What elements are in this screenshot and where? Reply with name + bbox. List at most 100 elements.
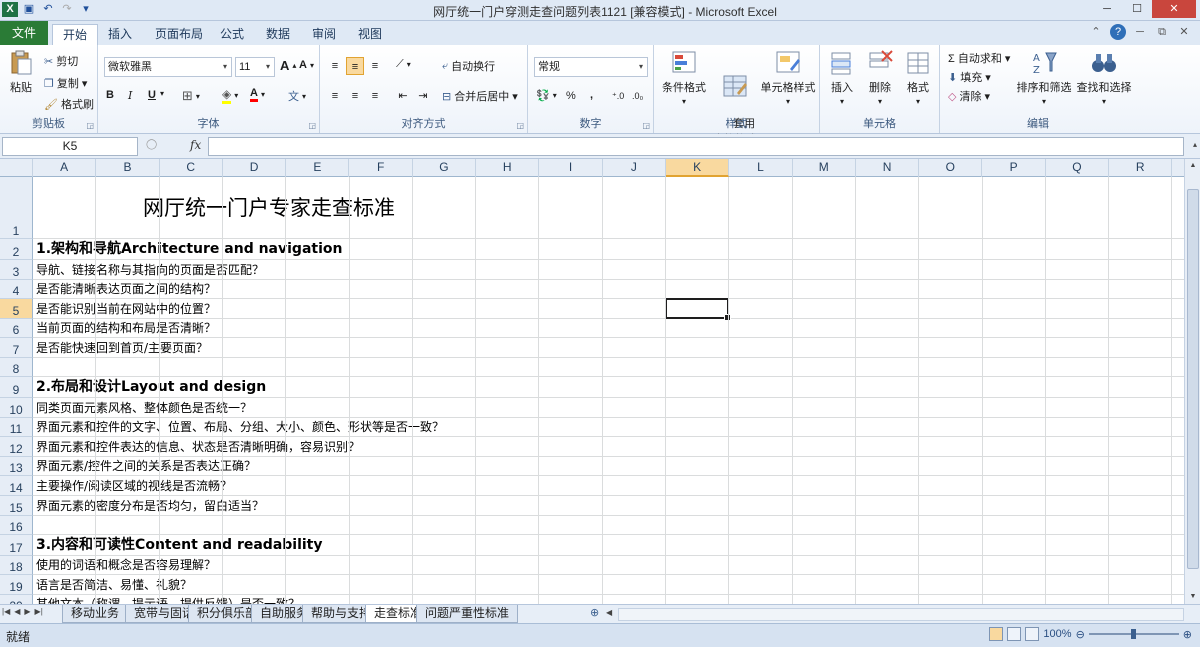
table-row[interactable]: 3.内容和可读性Content and readability	[33, 535, 1184, 556]
align-left-icon[interactable]: ≡	[326, 87, 344, 105]
find-select-button[interactable]: 查找和选择 ▾	[1074, 49, 1134, 107]
zoom-in-icon[interactable]: ⊕	[1183, 628, 1192, 641]
column-header-r[interactable]: R	[1109, 159, 1173, 177]
row-header[interactable]: 4	[0, 279, 33, 300]
tab-data[interactable]: 数据	[260, 24, 296, 45]
normal-view-icon[interactable]	[989, 627, 1004, 641]
underline-button[interactable]: U	[148, 89, 156, 101]
column-header-p[interactable]: P	[983, 159, 1046, 177]
table-row[interactable]: 主要操作/阅读区域的视线是否流畅？	[33, 476, 1184, 496]
tab-file[interactable]: 文件	[0, 21, 48, 45]
fill-color-button[interactable]: ◈ ▾	[222, 87, 238, 104]
column-header-l[interactable]: L	[729, 159, 793, 177]
table-row[interactable]: 同类页面元素风格、整体颜色是否统一？	[33, 398, 1184, 418]
grow-font-button[interactable]: A ▴	[280, 58, 296, 73]
table-row[interactable]: 界面元素和控件的文字、位置、布局、分组、大小、颜色、形状等是否一致？	[33, 418, 1184, 438]
bold-button[interactable]: B	[106, 89, 114, 101]
row-header[interactable]: 7	[0, 338, 33, 358]
cut-button[interactable]: ✂ 剪切	[44, 53, 78, 69]
row-header[interactable]: 2	[0, 239, 33, 260]
column-header-m[interactable]: M	[793, 159, 856, 177]
row-header[interactable]: 10	[0, 398, 33, 418]
name-box[interactable]: K5	[2, 137, 138, 156]
column-header-q[interactable]: Q	[1046, 159, 1110, 177]
align-top-icon[interactable]: ≡	[326, 57, 344, 75]
shrink-font-button[interactable]: A ▾	[299, 59, 314, 71]
orientation-button[interactable]: ⟋ ▾	[396, 58, 411, 71]
phonetic-button[interactable]: 文 ▾	[288, 88, 306, 104]
workbook-restore-icon[interactable]: ⧉	[1154, 24, 1170, 40]
minimize-button[interactable]: ─	[1092, 0, 1122, 18]
select-all-corner[interactable]	[0, 159, 33, 177]
vertical-scrollbar[interactable]: ▲ ▼	[1184, 159, 1200, 604]
format-painter-button[interactable]: 🖌 格式刷	[44, 96, 94, 112]
increase-indent-icon[interactable]: ⇥	[414, 87, 432, 105]
row-header[interactable]: 16	[0, 515, 33, 535]
page-break-view-icon[interactable]	[1025, 627, 1040, 641]
wrap-text-button[interactable]: ⤶ 自动换行	[442, 58, 495, 74]
number-launcher-icon[interactable]: ◲	[642, 121, 650, 130]
row-header[interactable]: 11	[0, 417, 33, 438]
table-row[interactable]	[33, 516, 1184, 535]
sort-filter-button[interactable]: AZ 排序和筛选 ▾	[1016, 49, 1072, 107]
row-header[interactable]: 1	[0, 177, 33, 239]
align-right-icon[interactable]: ≡	[366, 87, 384, 105]
font-launcher-icon[interactable]: ◲	[308, 121, 316, 130]
tab-insert[interactable]: 插入	[100, 24, 140, 45]
scroll-up-icon[interactable]: ▲	[1185, 159, 1200, 173]
table-row[interactable]: 界面元素和控件表达的信息、状态是否清晰明确，容易识别？	[33, 437, 1184, 457]
tab-view[interactable]: 视图	[352, 24, 388, 45]
autosum-button[interactable]: Σ 自动求和 ▾	[948, 50, 1010, 66]
table-row[interactable]: 当前页面的结构和布局是否清晰？	[33, 319, 1184, 339]
column-header-d[interactable]: D	[223, 159, 287, 177]
decrease-indent-icon[interactable]: ⇤	[394, 87, 412, 105]
column-header-f[interactable]: F	[350, 159, 413, 177]
close-button[interactable]: ✕	[1152, 0, 1196, 18]
table-row[interactable]: 是否能清晰表达页面之间的结构？	[33, 280, 1184, 300]
active-cell[interactable]	[665, 298, 732, 321]
row-header[interactable]: 5	[0, 299, 33, 319]
paste-button[interactable]: 粘贴	[4, 49, 38, 95]
sheet-tab[interactable]: 移动业务	[62, 605, 129, 623]
alignment-launcher-icon[interactable]: ◲	[516, 121, 524, 130]
underline-dropdown-icon[interactable]: ▾	[160, 89, 164, 98]
formula-input[interactable]	[208, 137, 1184, 156]
column-header-j[interactable]: J	[603, 159, 666, 177]
column-header-e[interactable]: E	[286, 159, 350, 177]
row-header[interactable]: 12	[0, 437, 33, 457]
conditional-formatting-button[interactable]: 条件格式 ▾	[658, 49, 710, 107]
column-header-b[interactable]: B	[96, 159, 160, 177]
number-format-select[interactable]: 常规 ▾	[534, 57, 648, 77]
tab-review[interactable]: 审阅	[306, 24, 342, 45]
borders-button[interactable]: ⊞ ▾	[182, 88, 200, 104]
last-sheet-icon[interactable]: ▶|	[35, 607, 43, 616]
worksheet-grid[interactable]: ABCDEFGHIJKLMNOPQR 1 网厅统一门户专家走查标准 2 1.架构和导航…	[0, 159, 1184, 604]
vertical-scroll-thumb[interactable]	[1187, 189, 1199, 569]
row-header[interactable]: 20	[0, 594, 33, 604]
column-header-c[interactable]: C	[160, 159, 223, 177]
table-row[interactable]: 其他文本（称谓、提示语、提供反馈）是否一致？	[33, 595, 1184, 604]
column-header-k[interactable]: K	[666, 159, 730, 177]
insert-sheet-icon[interactable]: ⊕	[590, 606, 599, 619]
column-header-g[interactable]: G	[413, 159, 477, 177]
tab-page-layout[interactable]: 页面布局	[148, 24, 210, 45]
zoom-out-icon[interactable]: ⊖	[1076, 628, 1085, 641]
workbook-minimize-icon[interactable]: ─	[1132, 24, 1148, 40]
insert-cells-button[interactable]: 插入 ▾	[824, 49, 860, 107]
comma-button[interactable]: ,	[590, 89, 593, 101]
first-sheet-icon[interactable]: |◀	[2, 607, 10, 616]
horizontal-scrollbar[interactable]	[618, 608, 1184, 621]
copy-button[interactable]: ❐ 复制 ▾	[44, 75, 87, 91]
expand-formula-icon[interactable]: ▴	[1193, 140, 1197, 149]
column-header-i[interactable]: I	[539, 159, 603, 177]
column-header-n[interactable]: N	[856, 159, 920, 177]
cell-styles-button[interactable]: 单元格样式 ▾	[758, 49, 818, 107]
column-header-h[interactable]: H	[476, 159, 540, 177]
row-header[interactable]: 3	[0, 260, 33, 280]
clear-button[interactable]: ◇ 清除 ▾	[948, 88, 990, 104]
row-header[interactable]: 14	[0, 476, 33, 496]
page-layout-view-icon[interactable]	[1007, 627, 1022, 641]
scroll-down-icon[interactable]: ▼	[1185, 590, 1200, 604]
zoom-level[interactable]: 100%	[1043, 628, 1071, 640]
align-bottom-icon[interactable]: ≡	[366, 57, 384, 75]
